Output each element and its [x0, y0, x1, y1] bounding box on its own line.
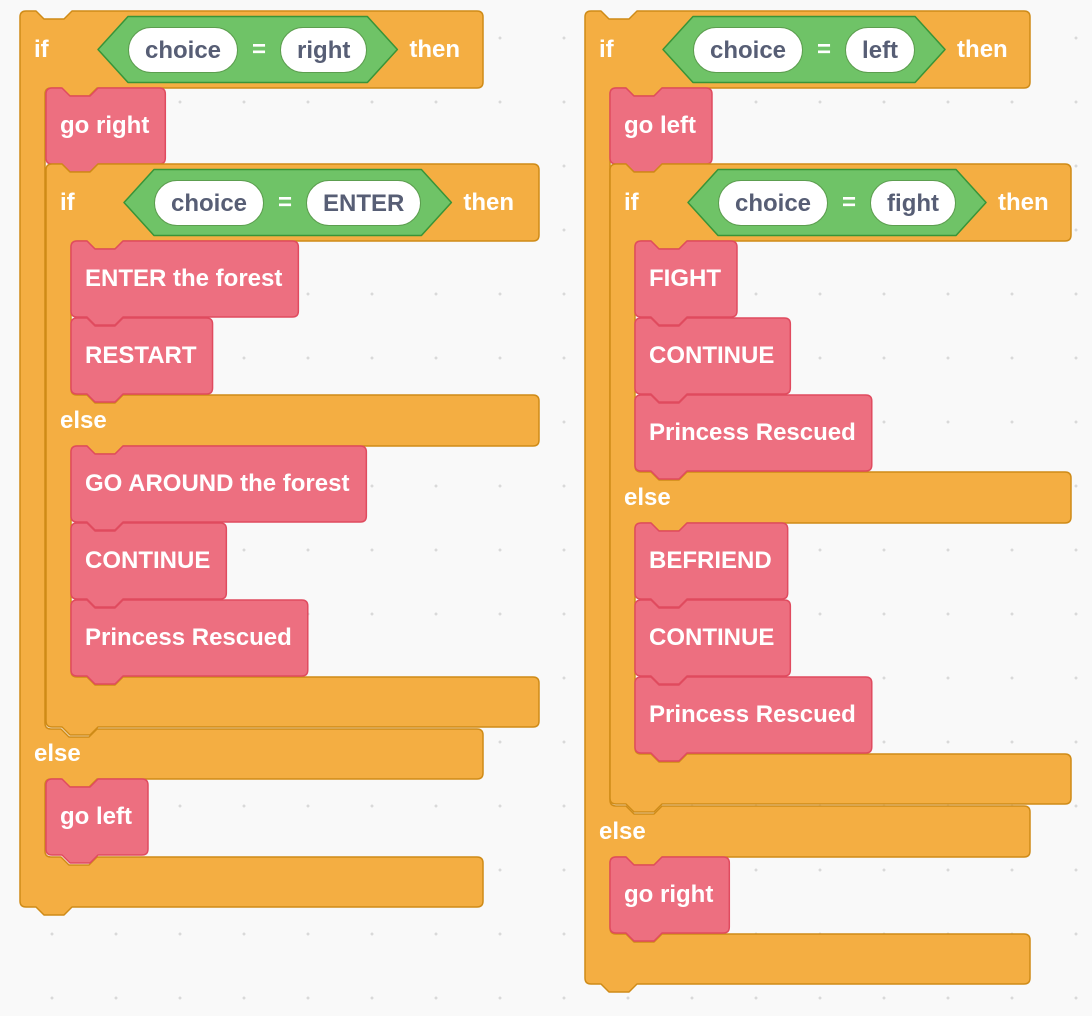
blocks-canvas	[19, 10, 1072, 993]
script-left-nested-else-call-0-label: GO AROUND the forest	[85, 470, 350, 497]
script-right-nested-equals-operator: =	[842, 188, 857, 216]
script-right-if-keyword: if	[599, 35, 614, 63]
scratch-code-workspace[interactable]: if choice = right then else go right if choice = E…	[0, 0, 1092, 1016]
script-right-nested-else-call-0-label: BEFRIEND	[649, 547, 772, 574]
script-right-nested-then-call-2-label: Princess Rescued	[649, 419, 856, 446]
script-left-nested-else-call-2-label: Princess Rescued	[85, 624, 292, 651]
script-left-nested-variable-reporter[interactable]: choice	[154, 179, 265, 226]
script-left-outer-compare-value[interactable]: right	[280, 26, 368, 73]
script-left-nested-then-keyword: then	[463, 188, 515, 216]
script-left-if-keyword: if	[34, 35, 49, 63]
script-left-nested-then-call-1-label: RESTART	[85, 342, 197, 369]
script-right-nested-variable-reporter[interactable]: choice	[718, 179, 829, 226]
script-right-outer-variable-reporter[interactable]: choice	[693, 26, 804, 73]
script-left-nested-else-keyword: else	[60, 406, 107, 434]
script-right-nested-compare-value[interactable]: fight	[870, 179, 957, 226]
script-left-nested-else-call-1-label: CONTINUE	[85, 547, 211, 574]
script-right-outer-compare-value[interactable]: left	[845, 26, 916, 73]
script-right-nested-if-keyword: if	[624, 188, 639, 216]
script-left-outer-variable-reporter[interactable]: choice	[128, 26, 239, 73]
script-left-nested-compare-value[interactable]: ENTER	[306, 179, 422, 226]
script-right-nested-then-call-0-label: FIGHT	[649, 265, 721, 292]
script-left-else-keyword: else	[34, 740, 81, 767]
script-left-nested-then-call-0-label: ENTER the forest	[85, 265, 283, 292]
script-left-then-call-block-label: go right	[60, 112, 150, 139]
script-left-nested-equals-operator: =	[278, 188, 293, 216]
script-right-else-call-0-label: go right	[624, 881, 714, 908]
script-right-nested-else-call-2-label: Princess Rescued	[649, 701, 856, 728]
script-left-else-call-0-label: go left	[60, 803, 132, 830]
script-right-nested-then-keyword: then	[998, 188, 1049, 216]
script-right-nested-else-keyword: else	[624, 483, 671, 511]
script-right-then-keyword: then	[957, 35, 1008, 63]
script-right-outer-equals-operator: =	[817, 35, 832, 63]
script-right-nested-then-call-1-label: CONTINUE	[649, 342, 775, 369]
script-right-else-keyword: else	[599, 817, 646, 845]
script-left-then-keyword: then	[409, 35, 461, 63]
script-right-nested-else-call-1-label: CONTINUE	[649, 624, 775, 651]
script-left-outer-equals-operator: =	[252, 35, 267, 63]
script-left-nested-if-keyword: if	[60, 188, 75, 216]
script-right-then-call-block-label: go left	[624, 112, 696, 139]
